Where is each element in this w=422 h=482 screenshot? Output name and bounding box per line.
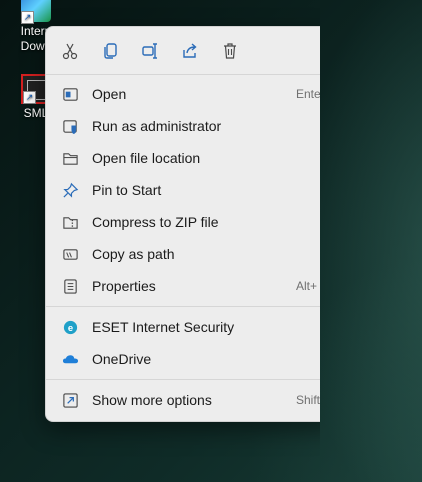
menu-item-label: Pin to Start — [92, 182, 162, 198]
onedrive-icon — [62, 354, 78, 363]
menu-item-shortcut: Alt+ — [296, 279, 318, 293]
delete-button[interactable] — [214, 35, 246, 67]
menu-item-label: Compress to ZIP file — [92, 214, 219, 230]
menu-item-label: Open — [92, 86, 127, 102]
copy-icon — [104, 43, 117, 59]
trash-icon — [224, 43, 236, 59]
menu-item-label: Copy as path — [92, 246, 175, 262]
menu-item-label: Run as administrator — [92, 118, 222, 134]
menu-item-show-more-options[interactable]: Show more options Shift — [50, 385, 320, 415]
menu-item-onedrive[interactable]: OneDrive — [50, 344, 320, 374]
menu-item-open-file-location[interactable]: Open file location — [50, 143, 320, 173]
separator — [46, 379, 320, 380]
menu-item-copy-as-path[interactable]: Copy as path — [50, 239, 320, 269]
desktop: ↗ Intern Down ↗ SML Open Ente Run as adm… — [0, 0, 422, 482]
copy-path-icon — [62, 248, 78, 260]
cut-button[interactable] — [54, 35, 86, 67]
copy-button[interactable] — [94, 35, 126, 67]
menu-item-label: Properties — [92, 278, 156, 294]
folder-icon — [62, 152, 78, 165]
pin-icon — [62, 182, 78, 198]
menu-item-label: Open file location — [92, 150, 201, 166]
share-icon — [183, 43, 197, 58]
properties-icon — [63, 278, 77, 294]
menu-item-pin-to-start[interactable]: Pin to Start — [50, 175, 320, 205]
separator — [46, 306, 320, 307]
context-menu: Open Ente Run as administrator Open file… — [45, 26, 320, 422]
eset-icon: e — [63, 320, 77, 334]
svg-text:e: e — [67, 322, 72, 333]
quick-actions-bar — [46, 35, 320, 67]
menu-item-shortcut: Ente — [296, 87, 320, 101]
menu-item-shortcut: Shift — [296, 393, 320, 407]
open-window-icon — [62, 87, 78, 101]
menu-item-label: OneDrive — [92, 351, 152, 367]
menu-item-run-as-administrator[interactable]: Run as administrator — [50, 111, 320, 141]
menu-item-open[interactable]: Open Ente — [50, 79, 320, 109]
scissors-icon — [62, 43, 78, 60]
rename-button[interactable] — [134, 35, 166, 67]
rename-icon — [142, 43, 157, 59]
separator — [46, 74, 320, 75]
menu-item-label: Show more options — [92, 392, 212, 408]
menu-item-properties[interactable]: Properties Alt+ — [50, 271, 320, 301]
shield-window-icon — [62, 119, 77, 134]
more-options-icon — [62, 392, 78, 408]
menu-item-label: ESET Internet Security — [92, 319, 235, 335]
share-button[interactable] — [174, 35, 206, 67]
zip-folder-icon — [62, 216, 78, 229]
menu-item-eset[interactable]: e ESET Internet Security — [50, 312, 320, 342]
menu-item-compress-to-zip[interactable]: Compress to ZIP file — [50, 207, 320, 237]
